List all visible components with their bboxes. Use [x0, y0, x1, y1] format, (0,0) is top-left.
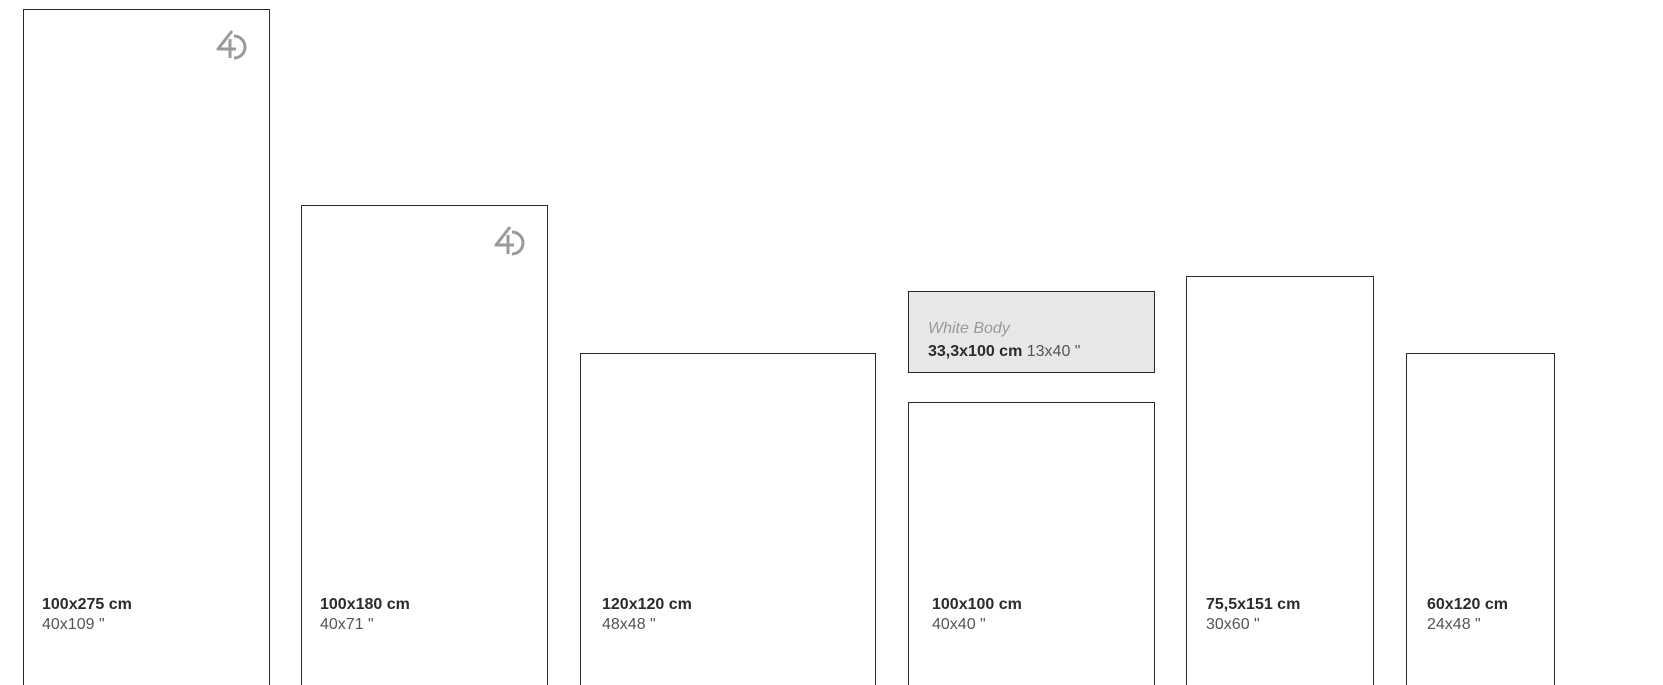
- white-body-tile: White Body 33,3x100 cm 13x40 ": [908, 291, 1155, 373]
- tile-100x275: 100x275 cm 40x109 ": [23, 9, 270, 685]
- tile-size-cm: 60x120 cm: [1427, 596, 1508, 613]
- tile-size-inch: 40x109 ": [42, 616, 105, 633]
- white-body-size-cm: 33,3x100 cm: [928, 343, 1027, 360]
- tile-75-5x151: 75,5x151 cm 30x60 ": [1186, 276, 1374, 685]
- 4d-logo-icon: [494, 226, 525, 256]
- tile-size-inch: 40x40 ": [932, 616, 986, 633]
- tile-size-cm: 120x120 cm: [602, 596, 692, 613]
- tile-size-cm: 75,5x151 cm: [1206, 596, 1301, 613]
- tile-size-cm: 100x180 cm: [320, 596, 410, 613]
- tile-size-inch: 40x71 ": [320, 616, 374, 633]
- white-body-title: White Body: [928, 320, 1010, 337]
- tile-100x100: 100x100 cm 40x40 ": [908, 402, 1155, 685]
- tile-size-cm: 100x275 cm: [42, 596, 132, 613]
- tile-size-inch: 48x48 ": [602, 616, 656, 633]
- white-body-size-inch: 13x40 ": [1026, 343, 1081, 360]
- tile-size-inch: 30x60 ": [1206, 616, 1260, 633]
- tile-100x180: 100x180 cm 40x71 ": [301, 205, 548, 685]
- 4d-logo-icon: [216, 30, 247, 60]
- tile-size-inch: 24x48 ": [1427, 616, 1481, 633]
- white-body-size: 33,3x100 cm 13x40 ": [928, 343, 1080, 361]
- tile-120x120: 120x120 cm 48x48 ": [580, 353, 876, 685]
- tile-size-cm: 100x100 cm: [932, 596, 1022, 613]
- tile-60x120: 60x120 cm 24x48 ": [1406, 353, 1555, 685]
